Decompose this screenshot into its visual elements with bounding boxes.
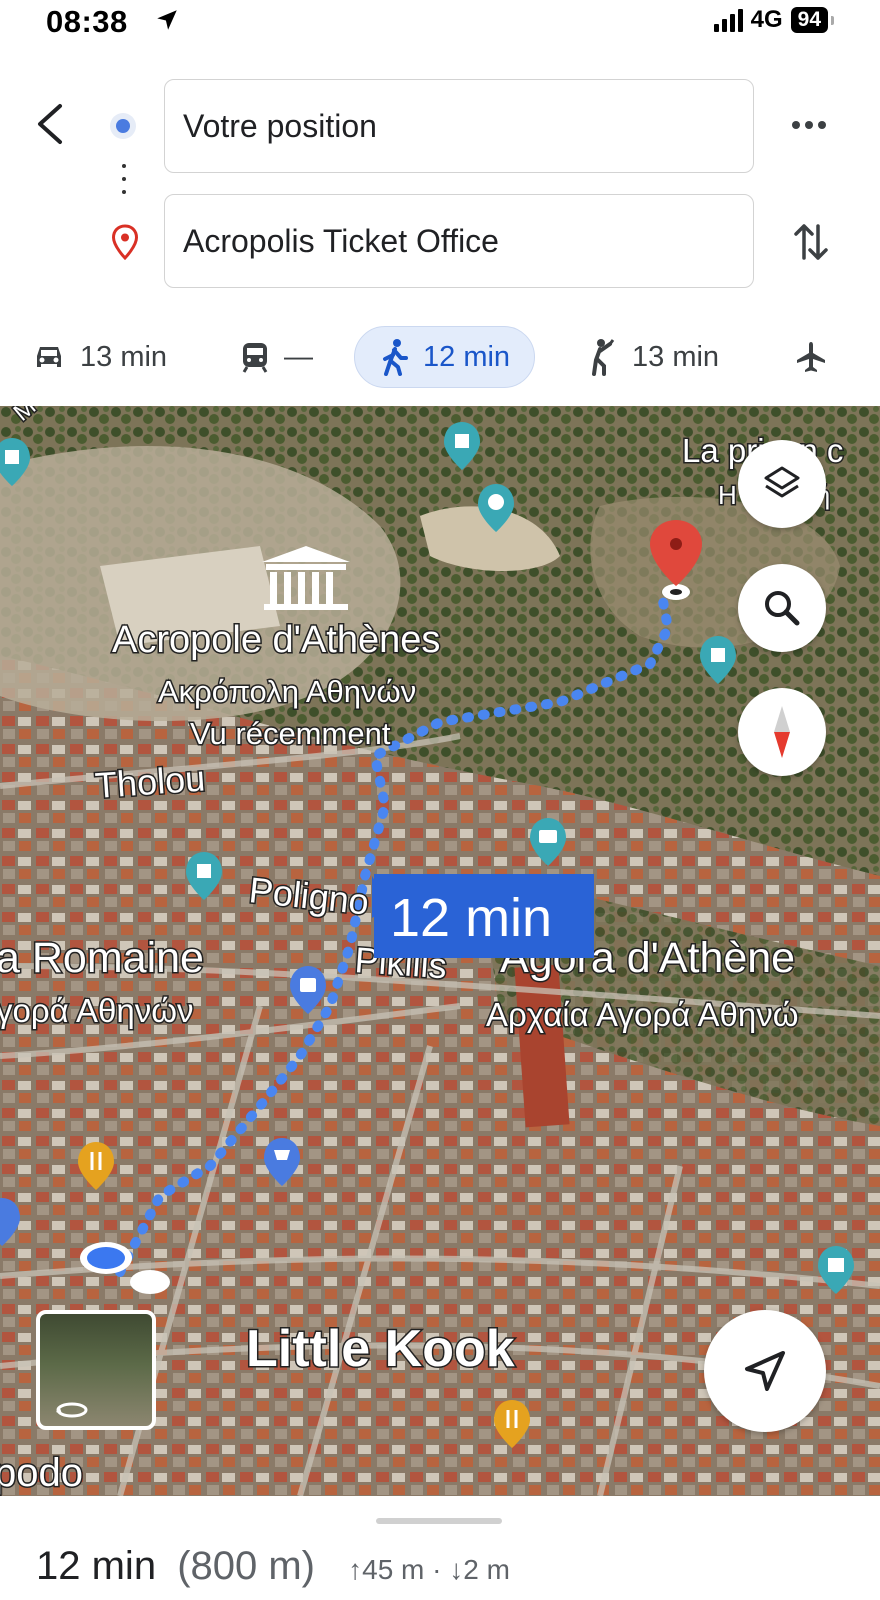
start-navigation-button[interactable] <box>704 1310 826 1432</box>
network-type: 4G <box>750 6 783 33</box>
label-agora-gr: Αρχαία Αγορά Αθηνώ <box>486 996 799 1033</box>
mode-car[interactable]: 13 min <box>32 326 167 388</box>
origin-dot-icon <box>110 113 136 139</box>
label-tholou: Tholou <box>94 757 207 806</box>
layers-button[interactable] <box>738 440 826 528</box>
car-icon <box>37 347 61 367</box>
travel-modes: 13 min — 12 min 13 min <box>0 326 880 388</box>
mode-transit[interactable]: — <box>240 326 313 388</box>
summary-duration: 12 min <box>36 1544 157 1588</box>
ride-icon <box>592 339 615 376</box>
mode-transit-label: — <box>284 340 313 373</box>
label-little-kook: Little Kook <box>246 1320 515 1378</box>
train-icon <box>242 343 268 373</box>
walk-icon <box>383 339 408 376</box>
mode-ride[interactable]: 13 min <box>588 326 719 388</box>
search-icon <box>765 591 800 626</box>
mode-walk-label: 12 min <box>423 340 511 373</box>
mode-car-label: 13 min <box>80 340 168 373</box>
origin-input[interactable]: Votre position <box>164 79 754 173</box>
swap-button[interactable] <box>792 218 830 266</box>
label-acropolis-gr: Ακρόπολη Αθηνών <box>158 674 416 709</box>
destination-pin-icon <box>111 224 139 260</box>
label-recently-viewed: Vu récemment <box>190 716 391 751</box>
summary-distance: (800 m) <box>177 1544 315 1588</box>
battery-icon: 94 <box>790 7 835 33</box>
plane-icon <box>797 342 825 372</box>
signal-icon <box>713 8 743 32</box>
sheet-drag-handle[interactable] <box>376 1518 502 1524</box>
route-duration-badge: 12 min <box>372 874 594 958</box>
route-summary-sheet[interactable]: 12 min (800 m) ↑45 m · ↓2 m <box>0 1498 880 1600</box>
mode-flight[interactable] <box>794 326 828 388</box>
status-time: 08:38 <box>46 4 128 39</box>
search-button[interactable] <box>738 564 826 652</box>
route-duration-text: 12 min <box>390 888 552 948</box>
more-options-button[interactable] <box>790 110 830 140</box>
location-arrow-icon <box>157 10 177 30</box>
label-bottom-left: podo <box>0 1451 83 1495</box>
mode-walk[interactable]: 12 min <box>354 326 536 388</box>
compass-button[interactable] <box>738 688 826 776</box>
back-button[interactable] <box>30 100 74 148</box>
route-connector <box>122 164 126 204</box>
status-indicators: 4G 94 <box>713 6 835 34</box>
summary-elevation: ↑45 m · ↓2 m <box>348 1554 510 1585</box>
compass-icon <box>774 706 790 758</box>
label-acropolis: Acropole d'Athènes <box>112 619 440 661</box>
rotate-360-icon <box>56 1402 88 1418</box>
label-romaine: a Romaine <box>0 934 204 982</box>
status-bar: 08:38 4G 94 <box>0 0 880 44</box>
layers-icon <box>764 466 800 498</box>
route-summary: 12 min (800 m) ↑45 m · ↓2 m <box>36 1544 510 1589</box>
street-view-thumbnail[interactable] <box>36 1310 156 1430</box>
navigation-arrow-icon <box>745 1351 785 1391</box>
more-horizontal-icon <box>792 121 826 129</box>
swap-vertical-icon <box>794 224 828 260</box>
label-romaine-gr: γορά Αθηνών <box>0 992 194 1029</box>
chevron-left-icon <box>38 104 62 144</box>
mode-ride-label: 13 min <box>632 340 720 373</box>
map-view[interactable]: Acropole d'Athènes Ακρόπολη Αθηνών Vu ré… <box>0 406 880 1496</box>
destination-input[interactable]: Acropolis Ticket Office <box>164 194 754 288</box>
